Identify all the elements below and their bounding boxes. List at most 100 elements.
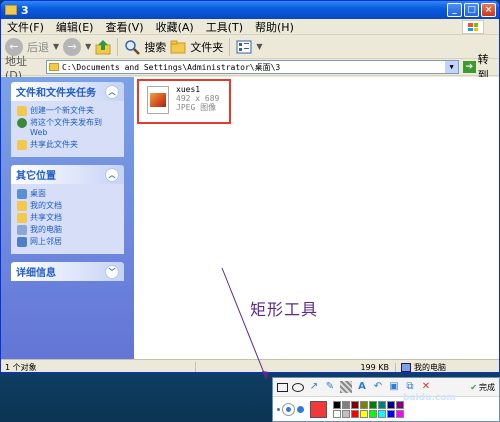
menu-help[interactable]: 帮助(H): [255, 19, 294, 35]
place-my-documents[interactable]: 我的文档: [17, 201, 118, 211]
folder-icon: [5, 5, 17, 15]
place-network[interactable]: 网上邻居: [17, 237, 118, 247]
cancel-icon[interactable]: ✕: [420, 381, 432, 393]
task-share-folder[interactable]: 共享此文件夹: [17, 140, 118, 150]
file-dimensions: 492 x 689: [176, 94, 220, 103]
color-swatch[interactable]: [342, 400, 350, 409]
menu-tools[interactable]: 工具(T): [206, 19, 243, 35]
my-computer-icon: [17, 225, 27, 235]
status-size: 199 KB: [196, 362, 396, 372]
text-tool-icon[interactable]: A: [356, 381, 368, 393]
my-computer-icon: [401, 362, 411, 372]
color-swatch[interactable]: [360, 409, 368, 418]
task-new-folder-label: 创建一个新文件夹: [30, 106, 94, 115]
brush-size-small[interactable]: [277, 407, 280, 411]
annotation-text: 矩形工具: [250, 300, 319, 319]
color-swatch[interactable]: [387, 400, 395, 409]
address-path: C:\Documents and Settings\Administrator\…: [61, 62, 281, 72]
go-arrow-icon: ➔: [463, 61, 476, 73]
toolbar-separator: [117, 37, 119, 56]
brush-size-large[interactable]: [297, 405, 304, 413]
file-type: JPEG 图像: [176, 103, 217, 112]
collapse-chevron-icon[interactable]: ︿: [105, 167, 119, 182]
toolbar-separator: [229, 37, 231, 56]
file-item[interactable]: xues1 492 x 689 JPEG 图像: [137, 79, 231, 124]
color-swatch[interactable]: [333, 409, 341, 418]
up-folder-icon[interactable]: [95, 39, 111, 55]
details-panel-header[interactable]: 详细信息 ﹀: [11, 262, 124, 281]
menu-view[interactable]: 查看(V): [105, 19, 143, 35]
color-swatch[interactable]: [351, 409, 359, 418]
rectangle-tool-icon[interactable]: [277, 382, 288, 392]
forward-button[interactable]: →: [63, 37, 82, 56]
minimize-button[interactable]: _: [447, 3, 462, 17]
places-panel-header[interactable]: 其它位置 ︿: [11, 165, 124, 184]
address-input[interactable]: C:\Documents and Settings\Administrator\…: [45, 60, 460, 74]
tasks-panel: 文件和文件夹任务 ︿ 创建一个新文件夹 将这个文件夹发布到 Web 共享此文件夹: [11, 82, 124, 157]
place-shared-documents[interactable]: 共享文档: [17, 213, 118, 223]
menu-edit[interactable]: 编辑(E): [56, 19, 94, 35]
copy-icon[interactable]: ⧉: [404, 381, 416, 393]
search-button[interactable]: 搜索: [144, 39, 166, 55]
tasks-panel-header[interactable]: 文件和文件夹任务 ︿: [11, 82, 124, 101]
arrow-tool-icon[interactable]: ↗: [308, 381, 320, 393]
color-swatch[interactable]: [360, 400, 368, 409]
tasks-panel-title: 文件和文件夹任务: [16, 88, 96, 99]
new-folder-icon: [17, 106, 27, 116]
place-my-computer-label: 我的电脑: [30, 225, 62, 234]
place-desktop[interactable]: 桌面: [17, 189, 118, 199]
check-icon: ✔: [470, 382, 477, 392]
menu-file[interactable]: 文件(F): [7, 19, 44, 35]
folders-icon[interactable]: [170, 39, 186, 55]
views-icon[interactable]: [236, 39, 252, 55]
address-dropdown-icon[interactable]: ▼: [445, 61, 459, 73]
image-file-icon: [147, 86, 169, 114]
watermark-text: baidu.com: [403, 393, 456, 403]
places-panel: 其它位置 ︿ 桌面 我的文档 共享文档 我的电脑 网上邻居: [11, 165, 124, 254]
screenshot-toolbar: ↗ ✎ A ↶ ▣ ⧉ ✕ ✔ 完成: [272, 377, 500, 422]
task-publish-web[interactable]: 将这个文件夹发布到 Web: [17, 118, 118, 138]
brush-size-medium[interactable]: [282, 402, 295, 416]
back-dropdown-icon[interactable]: ▼: [53, 42, 59, 51]
color-swatch[interactable]: [378, 400, 386, 409]
undo-icon[interactable]: ↶: [372, 381, 384, 393]
current-color-swatch[interactable]: [310, 400, 327, 418]
pen-tool-icon[interactable]: ✎: [324, 381, 336, 393]
maximize-button[interactable]: □: [464, 3, 479, 17]
file-name: xues1: [176, 85, 201, 94]
color-swatch[interactable]: [369, 400, 377, 409]
color-palette: [333, 400, 404, 418]
place-shared-documents-label: 共享文档: [30, 213, 62, 222]
done-button[interactable]: ✔ 完成: [470, 382, 495, 393]
color-swatch[interactable]: [333, 400, 341, 409]
task-publish-web-label: 将这个文件夹发布到 Web: [30, 118, 102, 137]
color-swatch[interactable]: [369, 409, 377, 418]
ellipse-tool-icon[interactable]: [292, 382, 304, 392]
color-swatch[interactable]: [396, 409, 404, 418]
details-panel: 详细信息 ﹀: [11, 262, 124, 281]
save-icon[interactable]: ▣: [388, 381, 400, 393]
folders-button[interactable]: 文件夹: [190, 39, 223, 55]
color-swatch[interactable]: [351, 400, 359, 409]
color-swatch[interactable]: [378, 409, 386, 418]
collapse-chevron-icon[interactable]: ︿: [105, 84, 119, 99]
color-swatch[interactable]: [342, 409, 350, 418]
place-my-computer[interactable]: 我的电脑: [17, 225, 118, 235]
search-icon[interactable]: [124, 39, 141, 55]
windows-logo-icon: [462, 20, 484, 34]
close-button[interactable]: ×: [481, 3, 496, 17]
menu-favorites[interactable]: 收藏(A): [156, 19, 194, 35]
task-share-folder-label: 共享此文件夹: [30, 140, 78, 149]
task-new-folder[interactable]: 创建一个新文件夹: [17, 106, 118, 116]
share-folder-icon: [17, 140, 27, 150]
expand-chevron-icon[interactable]: ﹀: [105, 264, 119, 279]
toolbar: ← 后退 ▼ → ▼ 搜索 文件夹 ▼: [1, 35, 499, 59]
views-dropdown-icon[interactable]: ▼: [256, 42, 262, 51]
status-bar: 1 个对象 199 KB 我的电脑: [1, 359, 499, 372]
place-desktop-label: 桌面: [30, 189, 46, 198]
title-bar[interactable]: 3 _ □ ×: [1, 1, 499, 19]
color-swatch[interactable]: [387, 409, 395, 418]
mosaic-tool-icon[interactable]: [340, 381, 352, 393]
place-network-label: 网上邻居: [30, 237, 62, 246]
forward-dropdown-icon[interactable]: ▼: [85, 42, 91, 51]
